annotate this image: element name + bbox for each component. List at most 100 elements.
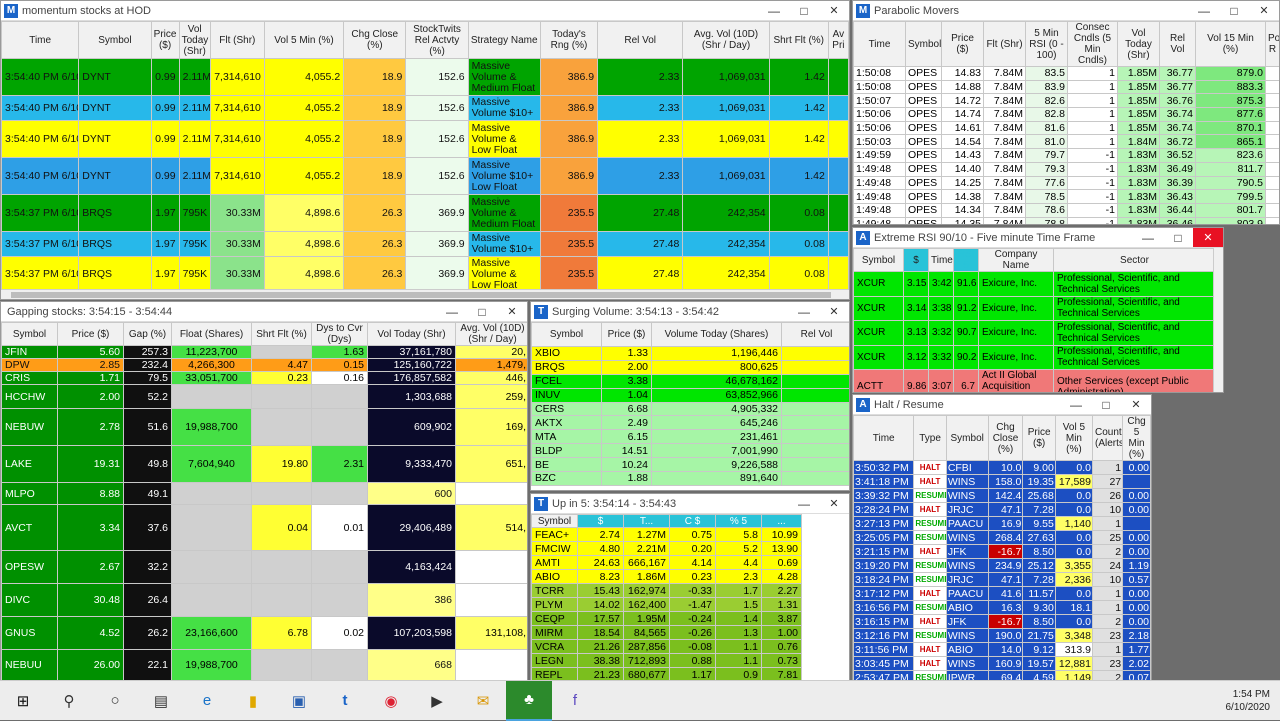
table-row[interactable]: 3:11:56 PMHALTABIO14.09.12313.911.77 bbox=[854, 643, 1151, 657]
maximize-button[interactable]: □ bbox=[1163, 231, 1193, 245]
start-icon[interactable]: ⊞ bbox=[0, 681, 46, 721]
column-header[interactable]: Pos R bbox=[1266, 22, 1280, 67]
column-header[interactable]: Type bbox=[914, 416, 946, 461]
column-header[interactable]: Count (Alerts) bbox=[1092, 416, 1122, 461]
table-row[interactable]: 3:03:45 PMHALTWINS160.919.5712,881232.02 bbox=[854, 657, 1151, 671]
table-row[interactable]: BLDP14.517,001,990 bbox=[532, 444, 851, 458]
table-row[interactable]: NEBUW2.7851.619,988,700609,902169, bbox=[2, 409, 529, 446]
edge-icon[interactable]: e bbox=[184, 681, 230, 721]
column-header[interactable]: Float (Shares) bbox=[172, 323, 252, 346]
maximize-button[interactable]: □ bbox=[1219, 4, 1249, 18]
table-row[interactable]: FCEL3.3846,678,162 bbox=[532, 374, 851, 388]
firefox-icon[interactable]: f bbox=[552, 681, 598, 721]
maximize-button[interactable]: □ bbox=[467, 305, 497, 319]
column-header[interactable]: Symbol bbox=[2, 323, 58, 346]
column-header[interactable]: Price ($) bbox=[602, 323, 652, 347]
task-view-icon[interactable]: ○ bbox=[92, 681, 138, 721]
column-header[interactable]: Flt (Shr) bbox=[984, 22, 1026, 67]
table-row[interactable]: 3:25:05 PMRESUMEWINS268.427.630.0250.00 bbox=[854, 531, 1151, 545]
table-row[interactable]: DIVC30.4826.4386 bbox=[2, 584, 529, 617]
column-header[interactable]: Symbol bbox=[946, 416, 988, 461]
column-header[interactable]: Sector bbox=[1054, 249, 1216, 272]
file-explorer-icon[interactable]: ▮ bbox=[230, 681, 276, 721]
column-header[interactable]: Price ($) bbox=[58, 323, 124, 346]
column-header[interactable]: Shrt Flt (%) bbox=[252, 323, 312, 346]
column-header[interactable]: Time bbox=[854, 416, 914, 461]
media-icon[interactable]: ▶ bbox=[414, 681, 460, 721]
column-header[interactable]: Vol 5 Min (%) bbox=[264, 22, 343, 59]
column-header[interactable]: Vol 5 Min (%) bbox=[1055, 416, 1092, 461]
column-header[interactable]: Chg 5 Min (%) bbox=[1123, 416, 1151, 461]
column-header[interactable]: Symbol bbox=[532, 515, 578, 528]
table-row[interactable]: CEQP17.571.95M-0.241.43.87 bbox=[532, 612, 802, 626]
table-row[interactable]: 3:17:12 PMHALTPAACU41.611.570.010.00 bbox=[854, 587, 1151, 601]
table-row[interactable]: 3:21:15 PMHALTJFK-16.78.500.020.00 bbox=[854, 545, 1151, 559]
table-row[interactable]: JFIN5.60257.311,223,7001.6337,161,78020, bbox=[2, 346, 529, 359]
column-header[interactable]: T... bbox=[624, 515, 670, 528]
column-header[interactable]: Symbol bbox=[532, 323, 602, 347]
column-header[interactable]: Time bbox=[2, 22, 79, 59]
minimize-button[interactable]: — bbox=[1133, 231, 1163, 245]
table-row[interactable]: VCRA21.26287,856-0.081.10.76 bbox=[532, 640, 802, 654]
table-row[interactable]: FMCIW4.802.21M0.205.213.90 bbox=[532, 542, 802, 556]
column-header[interactable]: Rel Vol bbox=[598, 22, 683, 59]
table-row[interactable]: 3:19:20 PMRESUMEWINS234.925.123,355241.1… bbox=[854, 559, 1151, 573]
table-row[interactable]: XCUR3.153:4291.6Exicure, Inc.Professiona… bbox=[854, 272, 1216, 297]
column-header[interactable]: Flt (Shr) bbox=[210, 22, 264, 59]
column-header[interactable]: Vol Today (Shr) bbox=[1118, 22, 1160, 67]
table-row[interactable]: GNUS4.5226.223,166,6006.780.02107,203,59… bbox=[2, 617, 529, 650]
close-button[interactable]: ✕ bbox=[819, 305, 849, 318]
table-row[interactable]: 3:54:37 PM 6/10BRQS1.97795K30.33M4,898.6… bbox=[2, 232, 849, 257]
table-row[interactable]: BZC1.88891,640 bbox=[532, 472, 851, 486]
table-row[interactable]: 3:50:32 PMHALTCFBI10.09.000.010.00 bbox=[854, 461, 1151, 475]
table-row[interactable]: 1:50:08OPES14.887.84M83.911.85M36.77883.… bbox=[854, 80, 1280, 94]
trading-app-icon[interactable]: t bbox=[322, 681, 368, 721]
table-row[interactable]: 3:54:37 PM 6/10BRQS1.97795K30.33M4,898.6… bbox=[2, 195, 849, 232]
column-header[interactable]: Consec Cndls (5 Min Cndls) bbox=[1068, 22, 1118, 67]
table-row[interactable]: CRIS1.7179.533,051,7000.230.16176,857,58… bbox=[2, 372, 529, 385]
vertical-scrollbar[interactable] bbox=[1213, 248, 1223, 392]
column-header[interactable]: Vol 15 Min (%) bbox=[1196, 22, 1266, 67]
task-switcher-icon[interactable]: ▤ bbox=[138, 681, 184, 721]
upin5-titlebar[interactable]: TUp in 5: 3:54:14 - 3:54:43—✕ bbox=[531, 494, 849, 514]
column-header[interactable]: Symbol bbox=[906, 22, 942, 67]
column-header[interactable]: Dys to Cvr (Dys) bbox=[312, 323, 368, 346]
table-row[interactable]: 3:54:40 PM 6/10DYNT0.992.11M7,314,6104,0… bbox=[2, 59, 849, 96]
rsi-titlebar[interactable]: AExtreme RSI 90/10 - Five minute Time Fr… bbox=[853, 228, 1223, 248]
column-header[interactable]: Company Name bbox=[979, 249, 1054, 272]
messaging-icon[interactable]: ✉ bbox=[460, 681, 506, 721]
column-header[interactable]: Volume Today (Shares) bbox=[652, 323, 782, 347]
maximize-button[interactable]: □ bbox=[1091, 398, 1121, 412]
chrome-icon[interactable]: ◉ bbox=[368, 681, 414, 721]
table-row[interactable]: 3:16:56 PMRESUMEABIO16.39.3018.110.00 bbox=[854, 601, 1151, 615]
minimize-button[interactable]: — bbox=[759, 4, 789, 18]
table-row[interactable]: MIRM18.5484,565-0.261.31.00 bbox=[532, 626, 802, 640]
table-row[interactable]: 3:18:24 PMRESUMEJRJC47.17.282,336100.57 bbox=[854, 573, 1151, 587]
column-header[interactable]: Chg Close (%) bbox=[344, 22, 406, 59]
momentum-titlebar[interactable]: Mmomentum stocks at HOD—□✕ bbox=[1, 1, 849, 21]
search-icon[interactable]: ⚲ bbox=[46, 681, 92, 721]
column-header[interactable]: StockTwits Rel Actvty (%) bbox=[406, 22, 468, 59]
column-header[interactable]: Symbol bbox=[854, 249, 904, 272]
minimize-button[interactable]: — bbox=[1189, 4, 1219, 18]
close-button[interactable]: ✕ bbox=[1121, 398, 1151, 411]
minimize-button[interactable]: — bbox=[1061, 398, 1091, 412]
close-button[interactable]: ✕ bbox=[497, 305, 527, 318]
table-row[interactable]: ABIO8.231.86M0.232.34.28 bbox=[532, 570, 802, 584]
table-row[interactable]: 3:54:40 PM 6/10DYNT0.992.11M7,314,6104,0… bbox=[2, 121, 849, 158]
table-row[interactable]: AVCT3.3437.60.040.0129,406,489514, bbox=[2, 505, 529, 551]
table-row[interactable]: BRQS2.00800,625 bbox=[532, 360, 851, 374]
table-row[interactable]: 3:28:24 PMHALTJRJC47.17.280.0100.00 bbox=[854, 503, 1151, 517]
table-row[interactable]: 3:16:15 PMHALTJFK-16.78.500.020.00 bbox=[854, 615, 1151, 629]
column-header[interactable]: 5 Min RSI (0 - 100) bbox=[1026, 22, 1068, 67]
column-header[interactable]: Strategy Name bbox=[468, 22, 540, 59]
column-header[interactable]: Today's Rng (%) bbox=[540, 22, 597, 59]
table-row[interactable]: 1:49:48OPES14.257.84M77.6-11.83M36.39790… bbox=[854, 176, 1280, 190]
table-row[interactable]: 1:49:48OPES14.387.84M78.5-11.83M36.43799… bbox=[854, 190, 1280, 204]
table-row[interactable]: DPW2.85232.44,266,3004.470.15125,160,722… bbox=[2, 359, 529, 372]
close-button[interactable]: ✕ bbox=[1193, 228, 1223, 248]
table-row[interactable]: 3:27:13 PMRESUMEPAACU16.99.551,1401 bbox=[854, 517, 1151, 531]
table-row[interactable]: XCUR3.133:3290.7Exicure, Inc.Professiona… bbox=[854, 321, 1216, 346]
close-button[interactable]: ✕ bbox=[1249, 4, 1279, 17]
column-header[interactable]: Avg. Vol (10D) (Shr / Day) bbox=[456, 323, 529, 346]
